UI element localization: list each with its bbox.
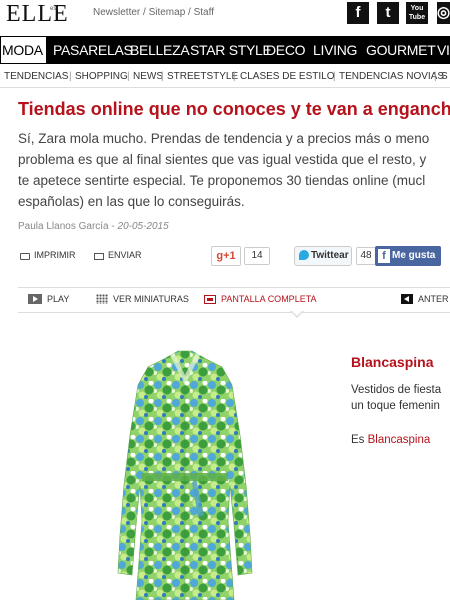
main-nav: MODA PASARELAS BELLEZA STAR STYLE DECO L… xyxy=(0,36,450,64)
lead-line: Sí, Zara mola mucho. Prendas de tendenci… xyxy=(18,131,430,146)
subnav-separator: | xyxy=(161,71,164,82)
google-plus-count: 14 xyxy=(244,247,270,265)
facebook-like-label: Me gusta xyxy=(392,250,436,261)
printer-icon xyxy=(20,252,30,260)
previous-button[interactable]: ANTER xyxy=(401,294,449,304)
nav-item-star-style[interactable]: STAR STYLE xyxy=(190,36,272,64)
top-bar: ELLE es Newsletter / Sitemap / Staff f t… xyxy=(0,0,450,30)
grid-icon xyxy=(96,294,108,304)
author-name[interactable]: Paula Llanos García xyxy=(18,221,109,232)
subnav-item-tendencias-novias[interactable]: TENDENCIAS NOVIAS xyxy=(339,71,444,82)
send-button[interactable]: ENVIAR xyxy=(94,250,142,260)
facebook-icon[interactable]: f xyxy=(347,2,369,24)
tweet-label: Twittear xyxy=(311,250,349,261)
print-button[interactable]: IMPRIMIR xyxy=(20,250,76,260)
play-label: PLAY xyxy=(47,294,70,304)
nav-item-gourmet[interactable]: GOURMET xyxy=(366,36,436,64)
tweet-count: 48 xyxy=(356,247,376,265)
youtube-icon[interactable]: You Tube xyxy=(406,2,428,24)
store-link[interactable]: Blancaspina xyxy=(368,434,431,446)
play-icon xyxy=(28,294,42,304)
subnav-separator: | xyxy=(127,71,130,82)
logo-subtitle: es xyxy=(50,6,57,12)
view-thumbnails-button[interactable]: VER MINIATURAS xyxy=(96,294,189,304)
fullscreen-button[interactable]: PANTALLA COMPLETA xyxy=(204,294,317,304)
toolbar-pointer xyxy=(290,310,304,319)
nav-item-deco[interactable]: DECO xyxy=(266,36,306,64)
subnav-item-streetstyle[interactable]: STREETSTYLE xyxy=(167,71,238,82)
gallery-toolbar: PLAY VER MINIATURAS PANTALLA COMPLETA AN… xyxy=(18,287,450,313)
slide-description: Vestidos de fiesta un toque femenin xyxy=(351,382,441,414)
fullscreen-label: PANTALLA COMPLETA xyxy=(221,294,317,304)
article-title: Tiendas online que no conoces y te van a… xyxy=(18,99,450,119)
slide-link-prefix: Es xyxy=(351,434,368,446)
nav-item-living[interactable]: LIVING xyxy=(313,36,357,64)
tweet-button[interactable]: Twittear xyxy=(294,246,352,266)
byline: Paula Llanos García - 20-05-2015 xyxy=(18,221,169,232)
slide-store-link: Es Blancaspina xyxy=(351,434,430,446)
twitter-icon[interactable]: t xyxy=(377,2,399,24)
subnav-separator: | xyxy=(69,71,72,82)
nav-item-belleza[interactable]: BELLEZA xyxy=(130,36,190,64)
slide-description-line: Vestidos de fiesta xyxy=(351,384,442,396)
lead-line: españolas) en las que lo conseguirás. xyxy=(18,194,245,209)
print-label: IMPRIMIR xyxy=(34,250,76,260)
slide-title: Blancaspina xyxy=(351,354,434,370)
subnav-item-more[interactable]: S xyxy=(441,71,448,82)
dress-product-image[interactable] xyxy=(100,345,270,600)
twitter-bird-icon xyxy=(299,250,309,260)
subnav-item-news[interactable]: NEWS xyxy=(133,71,163,82)
article-lead: Sí, Zara mola mucho. Prendas de tendenci… xyxy=(18,128,429,212)
subnav-separator: | xyxy=(233,71,236,82)
fullscreen-icon xyxy=(204,294,216,304)
share-bar: IMPRIMIR ENVIAR g+1 14 Twittear 48 f Me … xyxy=(18,246,450,270)
lead-line: te apetece sentirte especial. Te propone… xyxy=(18,173,426,188)
google-plus-button[interactable]: g+1 xyxy=(211,246,241,266)
facebook-f-icon: f xyxy=(378,249,390,263)
nav-item-moda[interactable]: MODA xyxy=(0,36,47,64)
mail-icon xyxy=(94,252,104,260)
subnav-item-shopping[interactable]: SHOPPING xyxy=(75,71,128,82)
subnav-item-tendencias[interactable]: TENDENCIAS xyxy=(4,71,68,82)
facebook-like-button[interactable]: f Me gusta xyxy=(375,246,441,266)
byline-separator: - xyxy=(108,221,118,232)
view-thumbnails-label: VER MINIATURAS xyxy=(113,294,189,304)
sub-nav: TENDENCIAS | SHOPPING | NEWS | STREETSTY… xyxy=(0,68,450,88)
send-label: ENVIAR xyxy=(108,250,142,260)
previous-label: ANTER xyxy=(418,294,449,304)
lead-line: problema es que al final sientes que vas… xyxy=(18,152,427,167)
top-links[interactable]: Newsletter / Sitemap / Staff xyxy=(93,7,214,18)
nav-item-more[interactable]: VI xyxy=(437,36,450,64)
elle-logo[interactable]: ELLE xyxy=(6,1,69,27)
previous-icon xyxy=(401,294,413,304)
subnav-separator: | xyxy=(434,71,437,82)
slide-description-line: un toque femenin xyxy=(351,400,440,412)
subnav-item-clases-de-estilo[interactable]: CLASES DE ESTILO xyxy=(240,71,334,82)
play-button[interactable]: PLAY xyxy=(28,294,69,304)
instagram-icon[interactable]: ◎ xyxy=(437,2,450,24)
nav-item-pasarelas[interactable]: PASARELAS xyxy=(53,36,133,64)
publish-date: 20-05-2015 xyxy=(117,221,169,232)
subnav-separator: | xyxy=(333,71,336,82)
